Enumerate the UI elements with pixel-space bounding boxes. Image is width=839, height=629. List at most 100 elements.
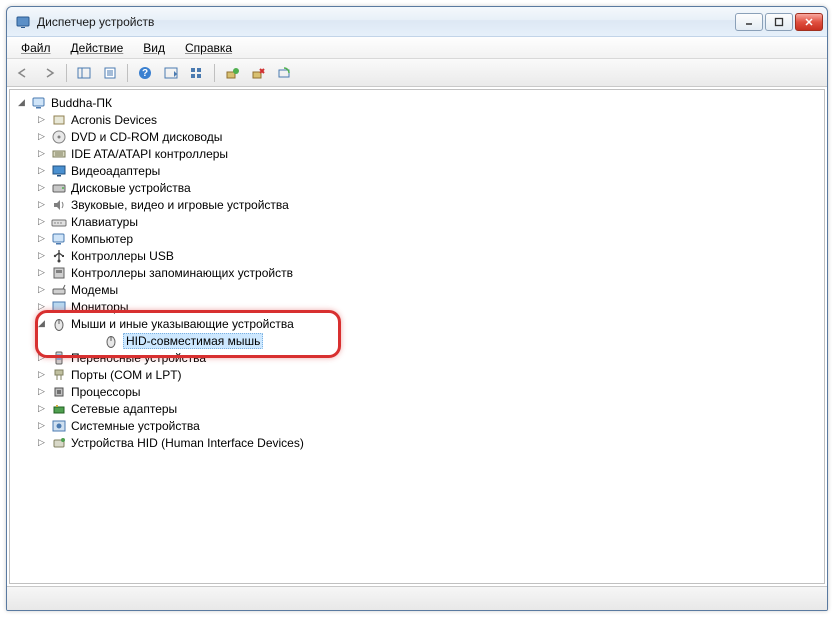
tree-node-label: IDE ATA/ATAPI контроллеры [71,147,228,161]
help-button[interactable]: ? [133,62,157,84]
tree-category[interactable]: ▷ Системные устройства [10,417,824,434]
tree-category[interactable]: ▷ Дисковые устройства [10,179,824,196]
ide-icon [51,146,67,162]
expand-icon[interactable]: ▷ [36,284,47,295]
network-icon [51,401,67,417]
tree-category[interactable]: ▷ DVD и CD-ROM дисководы [10,128,824,145]
keyboard-icon [51,214,67,230]
system-icon [51,418,67,434]
expand-icon[interactable]: ▷ [36,182,47,193]
device-tree-panel: ◢ Buddha-ПК ▷ Acronis Devices ▷ DVD и CD-ROM … [9,89,825,584]
tree-node-label: DVD и CD-ROM дисководы [71,130,222,144]
tree-category[interactable]: ▷ IDE ATA/ATAPI контроллеры [10,145,824,162]
disc-icon [51,129,67,145]
tree-node-label: Дисковые устройства [71,181,191,195]
tree-node-label: Звуковые, видео и игровые устройства [71,198,289,212]
tree-category[interactable]: ▷Модемы [10,281,824,298]
expand-icon[interactable]: ▷ [36,437,47,448]
device-manager-window: Диспетчер устройств Файл Действие Вид Сп… [6,6,828,611]
close-button[interactable] [795,13,823,31]
tree-category[interactable]: ▷ Компьютер [10,230,824,247]
mouse-icon [103,333,119,349]
menu-help[interactable]: Справка [177,39,240,57]
expand-icon[interactable]: ▷ [36,114,47,125]
expand-icon[interactable]: ▷ [36,369,47,380]
tree-node-label: Мониторы [71,300,128,314]
collapse-icon[interactable]: ◢ [36,318,47,329]
tree-category[interactable]: ▷ Контроллеры запоминающих устройств [10,264,824,281]
uninstall-button[interactable] [246,62,270,84]
toolbar-separator [127,64,128,82]
tree-category[interactable]: ▷ Процессоры [10,383,824,400]
tree-node-label: HID-совместимая мышь [123,333,263,349]
usb-icon [51,248,67,264]
tree-category[interactable]: ▷ Мониторы [10,298,824,315]
expand-icon[interactable]: ▷ [36,216,47,227]
computer-icon [51,231,67,247]
minimize-button[interactable] [735,13,763,31]
view-button[interactable] [185,62,209,84]
expand-icon[interactable]: ▷ [36,148,47,159]
portable-icon [51,350,67,366]
window-controls [735,13,823,31]
tree-category[interactable]: ▷ Контроллеры USB [10,247,824,264]
expand-icon[interactable]: ▷ [36,165,47,176]
tree-node-label: Контроллеры запоминающих устройств [71,266,293,280]
display-icon [51,163,67,179]
update-driver-button[interactable] [220,62,244,84]
properties-button[interactable] [98,62,122,84]
tree-node-label: Порты (COM и LPT) [71,368,182,382]
nav-forward-button[interactable] [37,62,61,84]
tree-category[interactable]: ▷Клавиатуры [10,213,824,230]
expand-icon[interactable]: ▷ [36,420,47,431]
menu-view[interactable]: Вид [135,39,173,57]
tree-node-label: Buddha-ПК [51,96,112,110]
expand-icon[interactable]: ▷ [36,131,47,142]
tree-node-label: Компьютер [71,232,133,246]
show-hide-tree-button[interactable] [72,62,96,84]
tree-category[interactable]: ▷ Звуковые, видео и игровые устройства [10,196,824,213]
menu-action[interactable]: Действие [63,39,132,57]
tree-node-label: Контроллеры USB [71,249,174,263]
svg-text:?: ? [142,68,148,79]
expand-icon[interactable]: ▷ [36,403,47,414]
tree-node-label: Переносные устройства [71,351,206,365]
toolbar-separator [214,64,215,82]
tree-node-label: Системные устройства [71,419,200,433]
app-icon [15,14,31,30]
tree-node-label: Процессоры [71,385,141,399]
storage-icon [51,265,67,281]
tree-root[interactable]: ◢ Buddha-ПК [10,94,824,111]
tree-node-label: Устройства HID (Human Interface Devices) [71,436,304,450]
expand-icon[interactable]: ▷ [36,386,47,397]
expand-icon[interactable]: ▷ [36,267,47,278]
computer-icon [31,95,47,111]
menubar: Файл Действие Вид Справка [7,37,827,59]
tree-category[interactable]: ▷ Переносные устройства [10,349,824,366]
port-icon [51,367,67,383]
tree-node-label: Acronis Devices [71,113,157,127]
tree-category[interactable]: ▷Видеоадаптеры [10,162,824,179]
tree-category[interactable]: ▷ Устройства HID (Human Interface Devices… [10,434,824,451]
toolbar: ? [7,59,827,87]
tree-node-label: Мыши и иные указывающие устройства [71,317,294,331]
menu-file[interactable]: Файл [13,39,59,57]
tree-device[interactable]: HID-совместимая мышь [10,332,824,349]
expand-icon[interactable]: ▷ [36,199,47,210]
scan-hardware-button[interactable] [272,62,296,84]
tree-category[interactable]: ▷ Порты (COM и LPT) [10,366,824,383]
action-button[interactable] [159,62,183,84]
collapse-icon[interactable]: ◢ [16,97,27,108]
device-icon [51,112,67,128]
titlebar: Диспетчер устройств [7,7,827,37]
disk-icon [51,180,67,196]
tree-category[interactable]: ▷ Acronis Devices [10,111,824,128]
nav-back-button[interactable] [11,62,35,84]
expand-icon[interactable]: ▷ [36,233,47,244]
expand-icon[interactable]: ▷ [36,250,47,261]
tree-category[interactable]: ◢ Мыши и иные указывающие устройства [10,315,824,332]
tree-category[interactable]: ▷Сетевые адаптеры [10,400,824,417]
maximize-button[interactable] [765,13,793,31]
expand-icon[interactable]: ▷ [36,301,47,312]
expand-icon[interactable]: ▷ [36,352,47,363]
